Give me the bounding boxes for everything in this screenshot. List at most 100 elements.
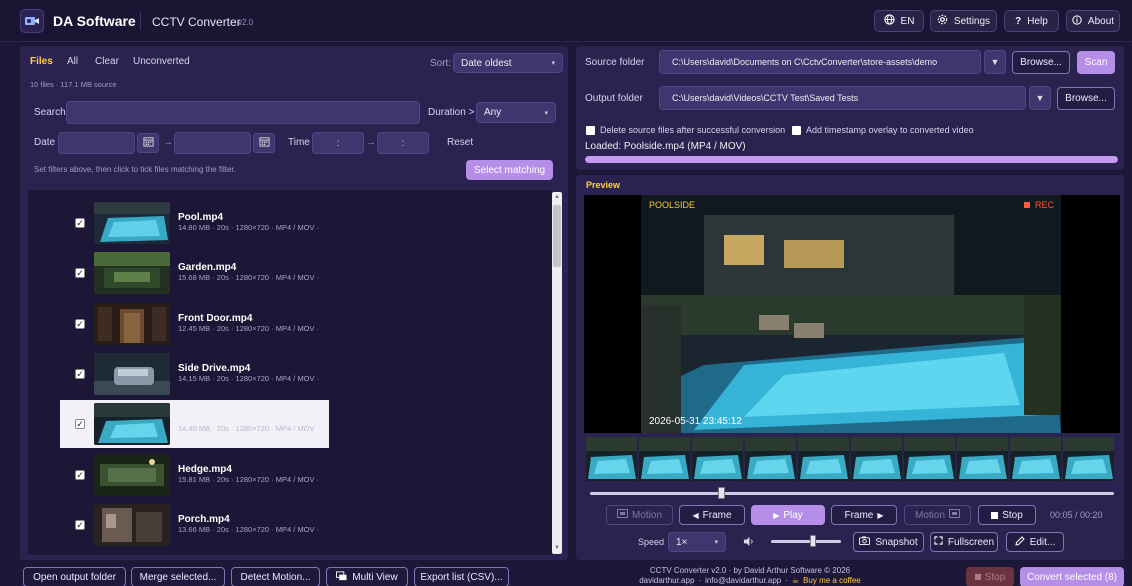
filmstrip-frame[interactable]: [798, 437, 849, 481]
tab-unconverted[interactable]: Unconverted: [133, 56, 190, 67]
multi-view-button[interactable]: Multi View: [326, 567, 408, 586]
merge-selected-button[interactable]: Merge selected...: [131, 567, 225, 586]
file-checkbox[interactable]: ✓: [75, 520, 85, 530]
file-checkbox[interactable]: ✓: [75, 319, 85, 329]
video-player[interactable]: POOLSIDE REC 2026-05-31 23:45:12: [584, 195, 1120, 433]
date-from-input[interactable]: [58, 132, 135, 154]
calendar-from-button[interactable]: [137, 133, 159, 153]
seek-bar[interactable]: [590, 492, 1114, 495]
output-folder-input[interactable]: C:\Users\david\Videos\CCTV Test\Saved Te…: [659, 86, 1026, 110]
load-progress-fill: [585, 156, 1118, 163]
list-item[interactable]: ✓ Porch.mp4 13.66 MB · 20s · 1280×720 · …: [60, 501, 329, 549]
about-button[interactable]: About: [1066, 10, 1120, 32]
open-output-folder-button[interactable]: Open output folder: [23, 567, 126, 586]
snapshot-button[interactable]: Snapshot: [853, 532, 924, 552]
filmstrip-frame[interactable]: [851, 437, 902, 481]
filmstrip-frame[interactable]: [957, 437, 1008, 481]
scroll-thumb[interactable]: [553, 205, 561, 267]
file-checkbox[interactable]: ✓: [75, 218, 85, 228]
select-matching-button[interactable]: Select matching: [466, 160, 553, 180]
camera-icon: [859, 536, 871, 548]
filmstrip-frame[interactable]: [1063, 437, 1114, 481]
volume-icon[interactable]: [743, 536, 754, 550]
reset-button[interactable]: Reset: [447, 137, 473, 148]
fullscreen-button[interactable]: Fullscreen: [930, 532, 998, 552]
file-meta: 14.40 MB · 20s · 1280×720 · MP4 / MOV: [178, 424, 315, 433]
stop-icon: [991, 511, 999, 519]
list-item[interactable]: ✓ Garden.mp4 15.68 MB · 20s · 1280×720 ·…: [60, 249, 329, 297]
stop-playback-button[interactable]: Stop: [978, 505, 1036, 525]
play-button[interactable]: ▶ Play: [751, 505, 825, 525]
calendar-icon: [142, 136, 154, 150]
stop-conversion-button[interactable]: Stop: [966, 567, 1014, 586]
scroll-up-icon[interactable]: ▲: [554, 194, 560, 200]
source-folder-dropdown[interactable]: ▼: [984, 50, 1006, 74]
time-to-input[interactable]: :: [377, 132, 429, 154]
credit-site-link[interactable]: davidarthur.app: [639, 576, 694, 585]
filmstrip-frame[interactable]: [586, 437, 637, 481]
list-item[interactable]: ✓ Side Drive.mp4 14.15 MB · 20s · 1280×7…: [60, 350, 329, 398]
detect-motion-button[interactable]: Detect Motion...: [231, 567, 320, 586]
search-input[interactable]: [66, 101, 420, 124]
next-motion-button[interactable]: Motion: [904, 505, 971, 525]
filmstrip-frame[interactable]: [745, 437, 796, 481]
next-frame-button[interactable]: Frame ▶: [831, 505, 897, 525]
prev-motion-button[interactable]: Motion: [606, 505, 673, 525]
file-checkbox[interactable]: ✓: [75, 369, 85, 379]
list-item[interactable]: ✓ Hedge.mp4 15.81 MB · 20s · 1280×720 · …: [60, 451, 329, 499]
credit-email-link[interactable]: info@davidarthur.app: [705, 576, 781, 585]
file-meta: 12.45 MB · 20s · 1280×720 · MP4 / MOV ·: [178, 324, 320, 333]
output-folder-label: Output folder: [585, 93, 643, 104]
output-folder-dropdown[interactable]: ▼: [1029, 86, 1051, 110]
filmstrip[interactable]: [586, 437, 1118, 481]
sort-select[interactable]: Date oldest ▾: [453, 53, 563, 73]
scan-button[interactable]: Scan: [1077, 51, 1115, 74]
tab-clear[interactable]: Clear: [95, 56, 119, 67]
file-checkbox[interactable]: ✓: [75, 419, 85, 429]
prev-frame-button[interactable]: ◀ Frame: [679, 505, 745, 525]
calendar-to-button[interactable]: [253, 133, 275, 153]
edit-button[interactable]: Edit...: [1006, 532, 1064, 552]
source-path: C:\Users\david\Documents on C\CctvConver…: [672, 57, 938, 67]
help-button[interactable]: ? Help: [1004, 10, 1059, 32]
time-to-colon: :: [401, 137, 405, 149]
settings-button[interactable]: Settings: [930, 10, 997, 32]
header-divider: [140, 12, 141, 30]
filmstrip-frame[interactable]: [1010, 437, 1061, 481]
tab-files[interactable]: Files: [30, 56, 53, 67]
seek-handle[interactable]: [718, 487, 725, 499]
prev-motion-label: Motion: [631, 509, 662, 521]
file-checkbox[interactable]: ✓: [75, 470, 85, 480]
list-item[interactable]: ✓ Front Door.mp4 12.45 MB · 20s · 1280×7…: [60, 300, 329, 348]
convert-selected-button[interactable]: Convert selected (8): [1020, 567, 1124, 586]
output-browse-button[interactable]: Browse...: [1057, 87, 1115, 110]
file-checkbox[interactable]: ✓: [75, 268, 85, 278]
delete-source-checkbox[interactable]: [586, 126, 595, 135]
tab-all[interactable]: All: [67, 56, 78, 67]
fullscreen-label: Fullscreen: [947, 536, 995, 548]
filmstrip-frame[interactable]: [904, 437, 955, 481]
list-item[interactable]: ✓ Pool.mp4 14.80 MB · 20s · 1280×720 · M…: [60, 199, 329, 247]
filmstrip-frame[interactable]: [692, 437, 743, 481]
video-thumbnail: [94, 403, 170, 445]
filmstrip-frame[interactable]: [639, 437, 690, 481]
search-label: Search: [34, 107, 66, 118]
time-from-input[interactable]: :: [312, 132, 364, 154]
rec-indicator: REC: [1024, 200, 1054, 210]
about-label: About: [1087, 15, 1115, 27]
volume-slider[interactable]: [771, 540, 841, 543]
scroll-down-icon[interactable]: ▼: [554, 545, 560, 551]
source-folder-input[interactable]: C:\Users\david\Documents on C\CctvConver…: [659, 50, 981, 74]
timestamp-overlay-checkbox[interactable]: [792, 126, 801, 135]
preview-title: Preview: [586, 180, 621, 190]
list-item[interactable]: ✓ 14.40 MB · 20s · 1280×720 · MP4 / MOV: [60, 400, 329, 448]
duration-select[interactable]: Any ▾: [476, 102, 556, 123]
volume-handle[interactable]: [810, 535, 816, 547]
coffee-link[interactable]: Buy me a coffee: [803, 576, 861, 585]
language-button[interactable]: EN: [874, 10, 924, 32]
load-progress-bar: [585, 156, 1118, 163]
speed-select[interactable]: 1× ▾: [668, 532, 726, 552]
source-browse-button[interactable]: Browse...: [1012, 51, 1070, 74]
export-list-button[interactable]: Export list (CSV)...: [414, 567, 509, 586]
date-to-input[interactable]: [174, 132, 251, 154]
